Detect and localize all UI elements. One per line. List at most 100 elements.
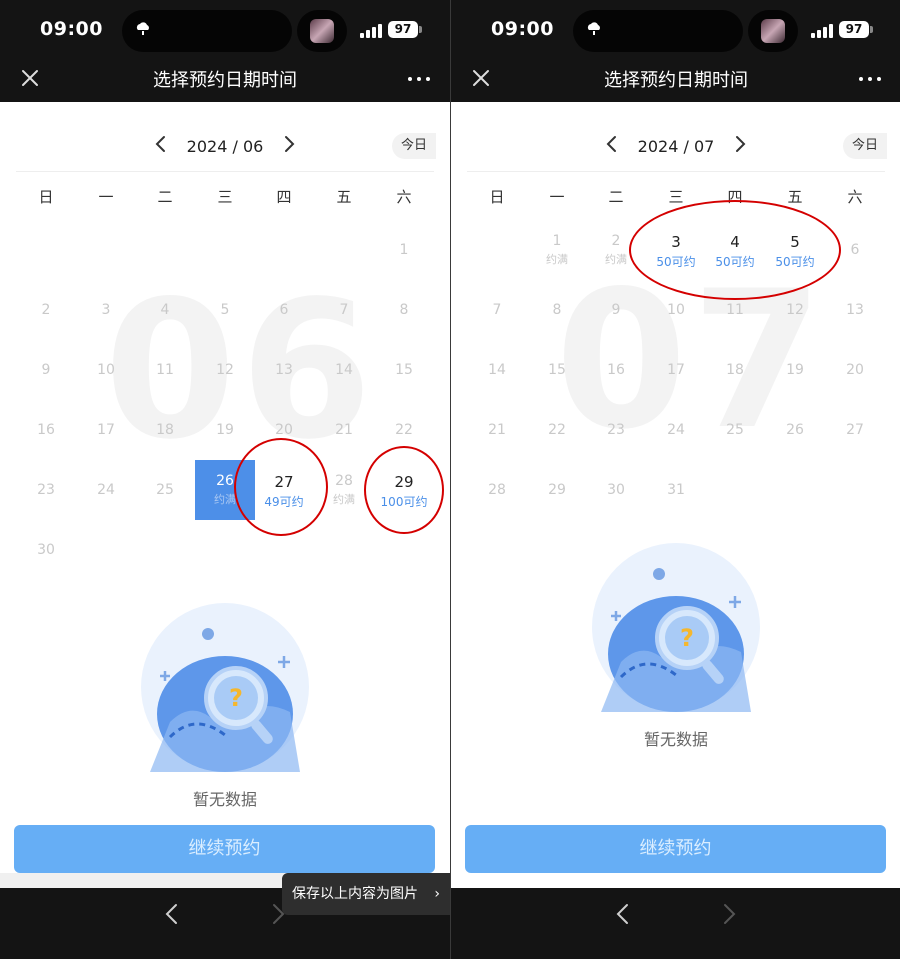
day-number: 26: [786, 422, 804, 438]
calendar-day[interactable]: 1: [374, 220, 434, 280]
calendar-day[interactable]: 9: [586, 280, 646, 340]
battery-icon: 97: [388, 21, 418, 38]
annotation-circle: [234, 438, 328, 536]
dynamic-island: [573, 10, 743, 52]
today-button[interactable]: 今日: [843, 133, 887, 159]
calendar-day[interactable]: 24: [76, 460, 136, 520]
calendar-day[interactable]: 17: [76, 400, 136, 460]
weekday-label: 日: [489, 188, 505, 206]
day-number: 13: [846, 302, 864, 318]
day-number: 16: [37, 422, 55, 438]
calendar-day[interactable]: 8: [374, 280, 434, 340]
day-number: 16: [607, 362, 625, 378]
calendar-day[interactable]: 15: [527, 340, 587, 400]
save-as-image-toast[interactable]: 保存以上内容为图片 ›: [282, 873, 450, 915]
calendar-day[interactable]: 18: [705, 340, 765, 400]
calendar-day[interactable]: 6: [254, 280, 314, 340]
calendar-day[interactable]: 11: [135, 340, 195, 400]
day-number: 2: [41, 302, 51, 318]
day-number: 19: [216, 422, 234, 438]
calendar-day[interactable]: 17: [646, 340, 706, 400]
next-month-icon[interactable]: [731, 135, 749, 153]
calendar-day[interactable]: 3: [76, 280, 136, 340]
calendar-day[interactable]: 14: [314, 340, 374, 400]
calendar-day[interactable]: 5: [195, 280, 255, 340]
day-number: 10: [97, 362, 115, 378]
day-number: 14: [335, 362, 353, 378]
calendar-day[interactable]: 7: [314, 280, 374, 340]
calendar-day[interactable]: 30: [586, 460, 646, 520]
calendar-day[interactable]: 27: [825, 400, 885, 460]
calendar-day[interactable]: 20: [825, 340, 885, 400]
calendar-day[interactable]: 29: [527, 460, 587, 520]
day-number: 9: [41, 362, 51, 378]
weekday-label: 一: [549, 188, 565, 206]
calendar-day[interactable]: 23: [16, 460, 76, 520]
forward-icon[interactable]: [719, 903, 739, 925]
calendar-day[interactable]: 10: [76, 340, 136, 400]
calendar-day[interactable]: 15: [374, 340, 434, 400]
empty-state-illustration: ?: [141, 603, 309, 772]
calendar-day[interactable]: 14: [467, 340, 527, 400]
calendar-day[interactable]: 26: [765, 400, 825, 460]
back-icon[interactable]: [162, 903, 182, 925]
continue-booking-button[interactable]: 继续预约: [465, 825, 886, 873]
calendar-day[interactable]: 21: [467, 400, 527, 460]
day-number: 1: [399, 242, 409, 258]
calendar-day[interactable]: 2: [16, 280, 76, 340]
day-number: 24: [97, 482, 115, 498]
continue-booking-button[interactable]: 继续预约: [14, 825, 435, 873]
next-month-icon[interactable]: [280, 135, 298, 153]
calendar-day[interactable]: 25: [135, 460, 195, 520]
more-icon[interactable]: [408, 77, 432, 83]
app-thumbnail: [748, 10, 798, 52]
app-thumbnail: [297, 10, 347, 52]
month-navigator: 2024 / 06 今日: [0, 125, 450, 165]
day-number: 1: [552, 233, 562, 249]
calendar-day[interactable]: 24: [646, 400, 706, 460]
calendar-day[interactable]: 23: [586, 400, 646, 460]
month-label: 2024 / 07: [637, 137, 715, 156]
more-icon[interactable]: [859, 77, 883, 83]
day-number: 27: [846, 422, 864, 438]
day-number: 28: [488, 482, 506, 498]
calendar-day[interactable]: 8: [527, 280, 587, 340]
day-number: 23: [607, 422, 625, 438]
day-availability: 约满: [546, 253, 568, 266]
dynamic-island: [122, 10, 292, 52]
calendar-day[interactable]: 28: [467, 460, 527, 520]
day-number: 8: [399, 302, 409, 318]
weekday-label: 六: [396, 188, 412, 206]
back-icon[interactable]: [613, 903, 633, 925]
day-number: 20: [275, 422, 293, 438]
today-button[interactable]: 今日: [392, 133, 436, 159]
calendar-day[interactable]: 16: [16, 400, 76, 460]
calendar-day[interactable]: 22: [527, 400, 587, 460]
calendar-day[interactable]: 12: [195, 340, 255, 400]
calendar-day[interactable]: 7: [467, 280, 527, 340]
calendar-day[interactable]: 9: [16, 340, 76, 400]
calendar-day[interactable]: 31: [646, 460, 706, 520]
calendar-day[interactable]: 19: [195, 400, 255, 460]
calendar-day[interactable]: 19: [765, 340, 825, 400]
day-number: 11: [726, 302, 744, 318]
day-number: 23: [37, 482, 55, 498]
day-number: 13: [275, 362, 293, 378]
day-number: 29: [548, 482, 566, 498]
calendar-day[interactable]: 13: [254, 340, 314, 400]
calendar-day[interactable]: 21: [314, 400, 374, 460]
calendar-day[interactable]: 18: [135, 400, 195, 460]
day-number: 18: [726, 362, 744, 378]
calendar-day[interactable]: 25: [705, 400, 765, 460]
calendar-day[interactable]: 4: [135, 280, 195, 340]
calendar-day[interactable]: 13: [825, 280, 885, 340]
calendar-day[interactable]: 1 约满: [527, 220, 587, 280]
browser-bottom-bar: [451, 888, 900, 959]
calendar-day[interactable]: 30: [16, 520, 76, 580]
day-number: 24: [667, 422, 685, 438]
annotation-circle: [629, 200, 841, 300]
signal-icon: [811, 24, 833, 38]
status-and-nav-bar: 09:00 97 选择预约日期时间: [451, 0, 900, 102]
annotation-circle: [364, 446, 444, 534]
calendar-day[interactable]: 16: [586, 340, 646, 400]
